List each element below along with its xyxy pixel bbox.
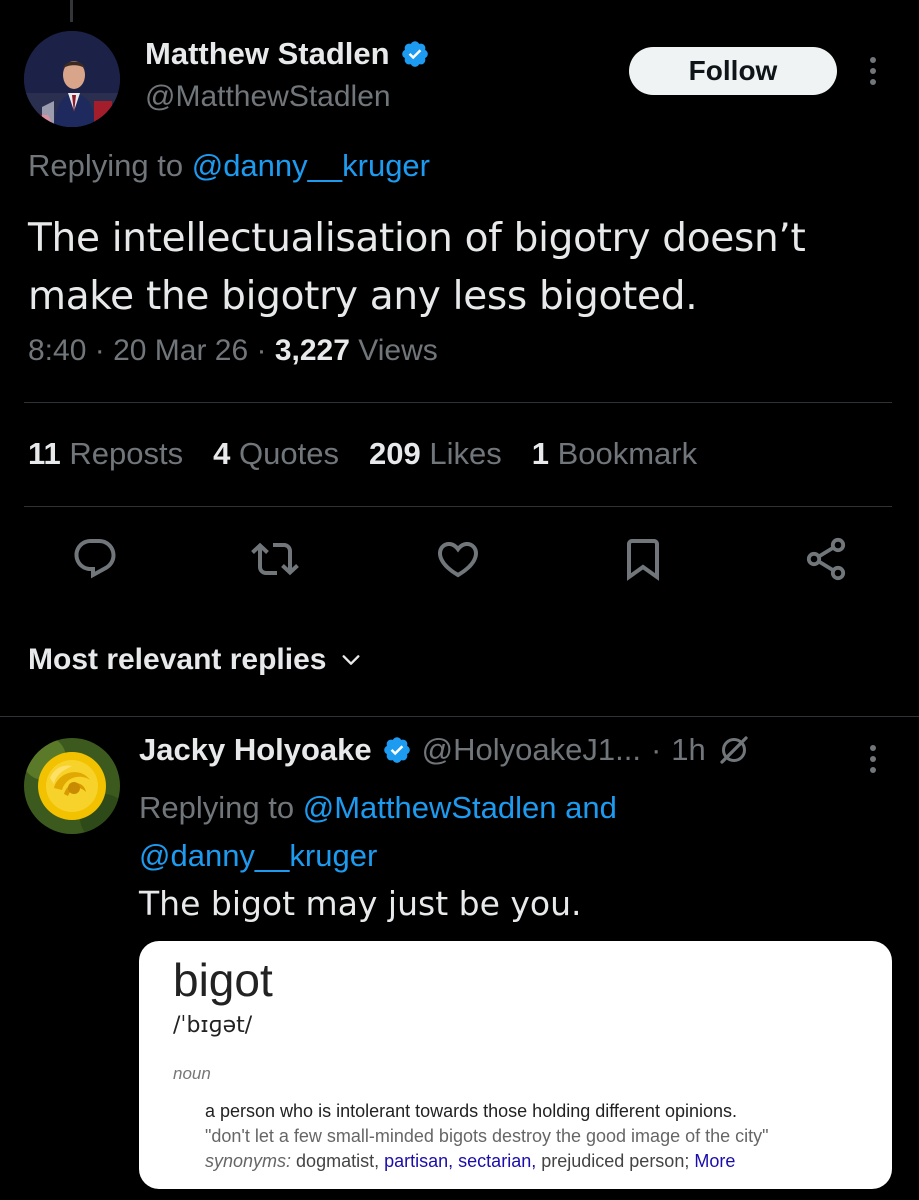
replying-to-and: and (565, 790, 617, 825)
synonyms-label: synonyms: (205, 1151, 292, 1171)
reply-author-name[interactable]: Jacky Holyoake (139, 732, 372, 768)
synonym: prejudiced person; (541, 1151, 690, 1171)
repost-icon[interactable] (251, 535, 299, 583)
replying-to-link[interactable]: @danny__kruger (139, 838, 377, 873)
reply-media-image[interactable]: bigot /ˈbɪɡət/ noun a person who is into… (139, 941, 892, 1189)
dictionary-definition: a person who is intolerant towards those… (205, 1101, 738, 1121)
avatar-photo (24, 31, 120, 127)
divider (24, 506, 892, 507)
thread-connector-line (70, 0, 73, 22)
tweet-time[interactable]: 8:40 (28, 334, 86, 367)
reply-author-avatar[interactable] (24, 738, 120, 834)
dictionary-synonyms: synonyms: dogmatist, partisan, sectarian… (205, 1151, 735, 1172)
like-icon[interactable] (434, 535, 482, 583)
dictionary-phonetic: /ˈbɪɡət/ (173, 1013, 253, 1038)
dictionary-part-of-speech: noun (173, 1064, 211, 1083)
divider (24, 402, 892, 403)
reply-text: The bigot may just be you. (139, 884, 582, 923)
quotes-stat[interactable]: 4 Quotes (213, 436, 339, 472)
quotes-count: 4 (213, 436, 231, 471)
replies-sort-dropdown[interactable]: Most relevant replies (28, 643, 362, 677)
tweet-text: The intellectualisation of bigotry doesn… (28, 216, 806, 319)
synonyms-more-link: More (694, 1151, 736, 1171)
replying-to-link[interactable]: @danny__kruger (192, 148, 430, 183)
reposts-count: 11 (28, 436, 61, 471)
more-options-icon[interactable] (866, 53, 880, 89)
reply-author-handle[interactable]: @HolyoakeJ1... (422, 732, 641, 768)
tweet-date[interactable]: 20 Mar 26 (113, 334, 248, 367)
share-icon[interactable] (802, 535, 850, 583)
reply-header: Jacky Holyoake @HolyoakeJ1... · 1h (139, 732, 752, 768)
likes-label: Likes (429, 436, 502, 471)
bookmarks-label: Bookmark (557, 436, 698, 471)
bookmarks-stat[interactable]: 1 Bookmark (532, 436, 697, 472)
chevron-down-icon (342, 655, 360, 665)
replies-sort-label: Most relevant replies (28, 643, 327, 676)
meta-separator: · (94, 334, 105, 367)
synonym: dogmatist, (296, 1151, 380, 1171)
likes-count: 209 (368, 436, 421, 471)
reposts-stat[interactable]: 11 Reposts (28, 436, 183, 472)
meta-separator: · (256, 334, 267, 367)
grok-icon[interactable] (716, 732, 752, 768)
quotes-label: Quotes (239, 436, 339, 471)
author-name-text: Matthew Stadlen (145, 36, 390, 71)
views-count: 3,227 (274, 334, 350, 367)
reply-icon[interactable] (71, 535, 119, 583)
replying-to-link[interactable]: @MatthewStadlen (303, 790, 557, 825)
verified-badge-icon (401, 41, 428, 67)
dictionary-example: "don't let a few small-minded bigots des… (205, 1126, 769, 1146)
bookmarks-count: 1 (531, 436, 549, 471)
reply-replying-to-line: Replying to @MatthewStadlen and @danny__… (139, 784, 859, 880)
reply-more-options-icon[interactable] (866, 741, 880, 777)
replying-prefix: Replying to (28, 148, 184, 183)
author-handle[interactable]: @MatthewStadlen (145, 80, 391, 114)
verified-badge-icon (383, 737, 410, 763)
views-label: Views (358, 334, 438, 367)
divider (0, 716, 919, 717)
bookmark-icon[interactable] (619, 535, 667, 583)
author-name[interactable]: Matthew Stadlen (145, 36, 430, 72)
reply-timestamp[interactable]: 1h (671, 732, 705, 768)
tweet-stats: 11 Reposts 4 Quotes 209 Likes 1 Bookmark (28, 436, 697, 472)
synonym-link: sectarian, (458, 1151, 537, 1171)
reply-separator: · (650, 732, 662, 767)
likes-stat[interactable]: 209 Likes (369, 436, 502, 472)
replying-to-line: Replying to @danny__kruger (28, 148, 430, 184)
dictionary-word: bigot (173, 954, 273, 1006)
avatar-photo (24, 738, 120, 834)
reposts-label: Reposts (69, 436, 184, 471)
tweet-meta: 8:40 · 20 Mar 26 · 3,227 Views (28, 334, 438, 368)
follow-button[interactable]: Follow (629, 47, 837, 95)
synonym-link: partisan, (384, 1151, 454, 1171)
author-avatar[interactable] (24, 31, 120, 127)
reply-replying-prefix: Replying to (139, 790, 295, 825)
